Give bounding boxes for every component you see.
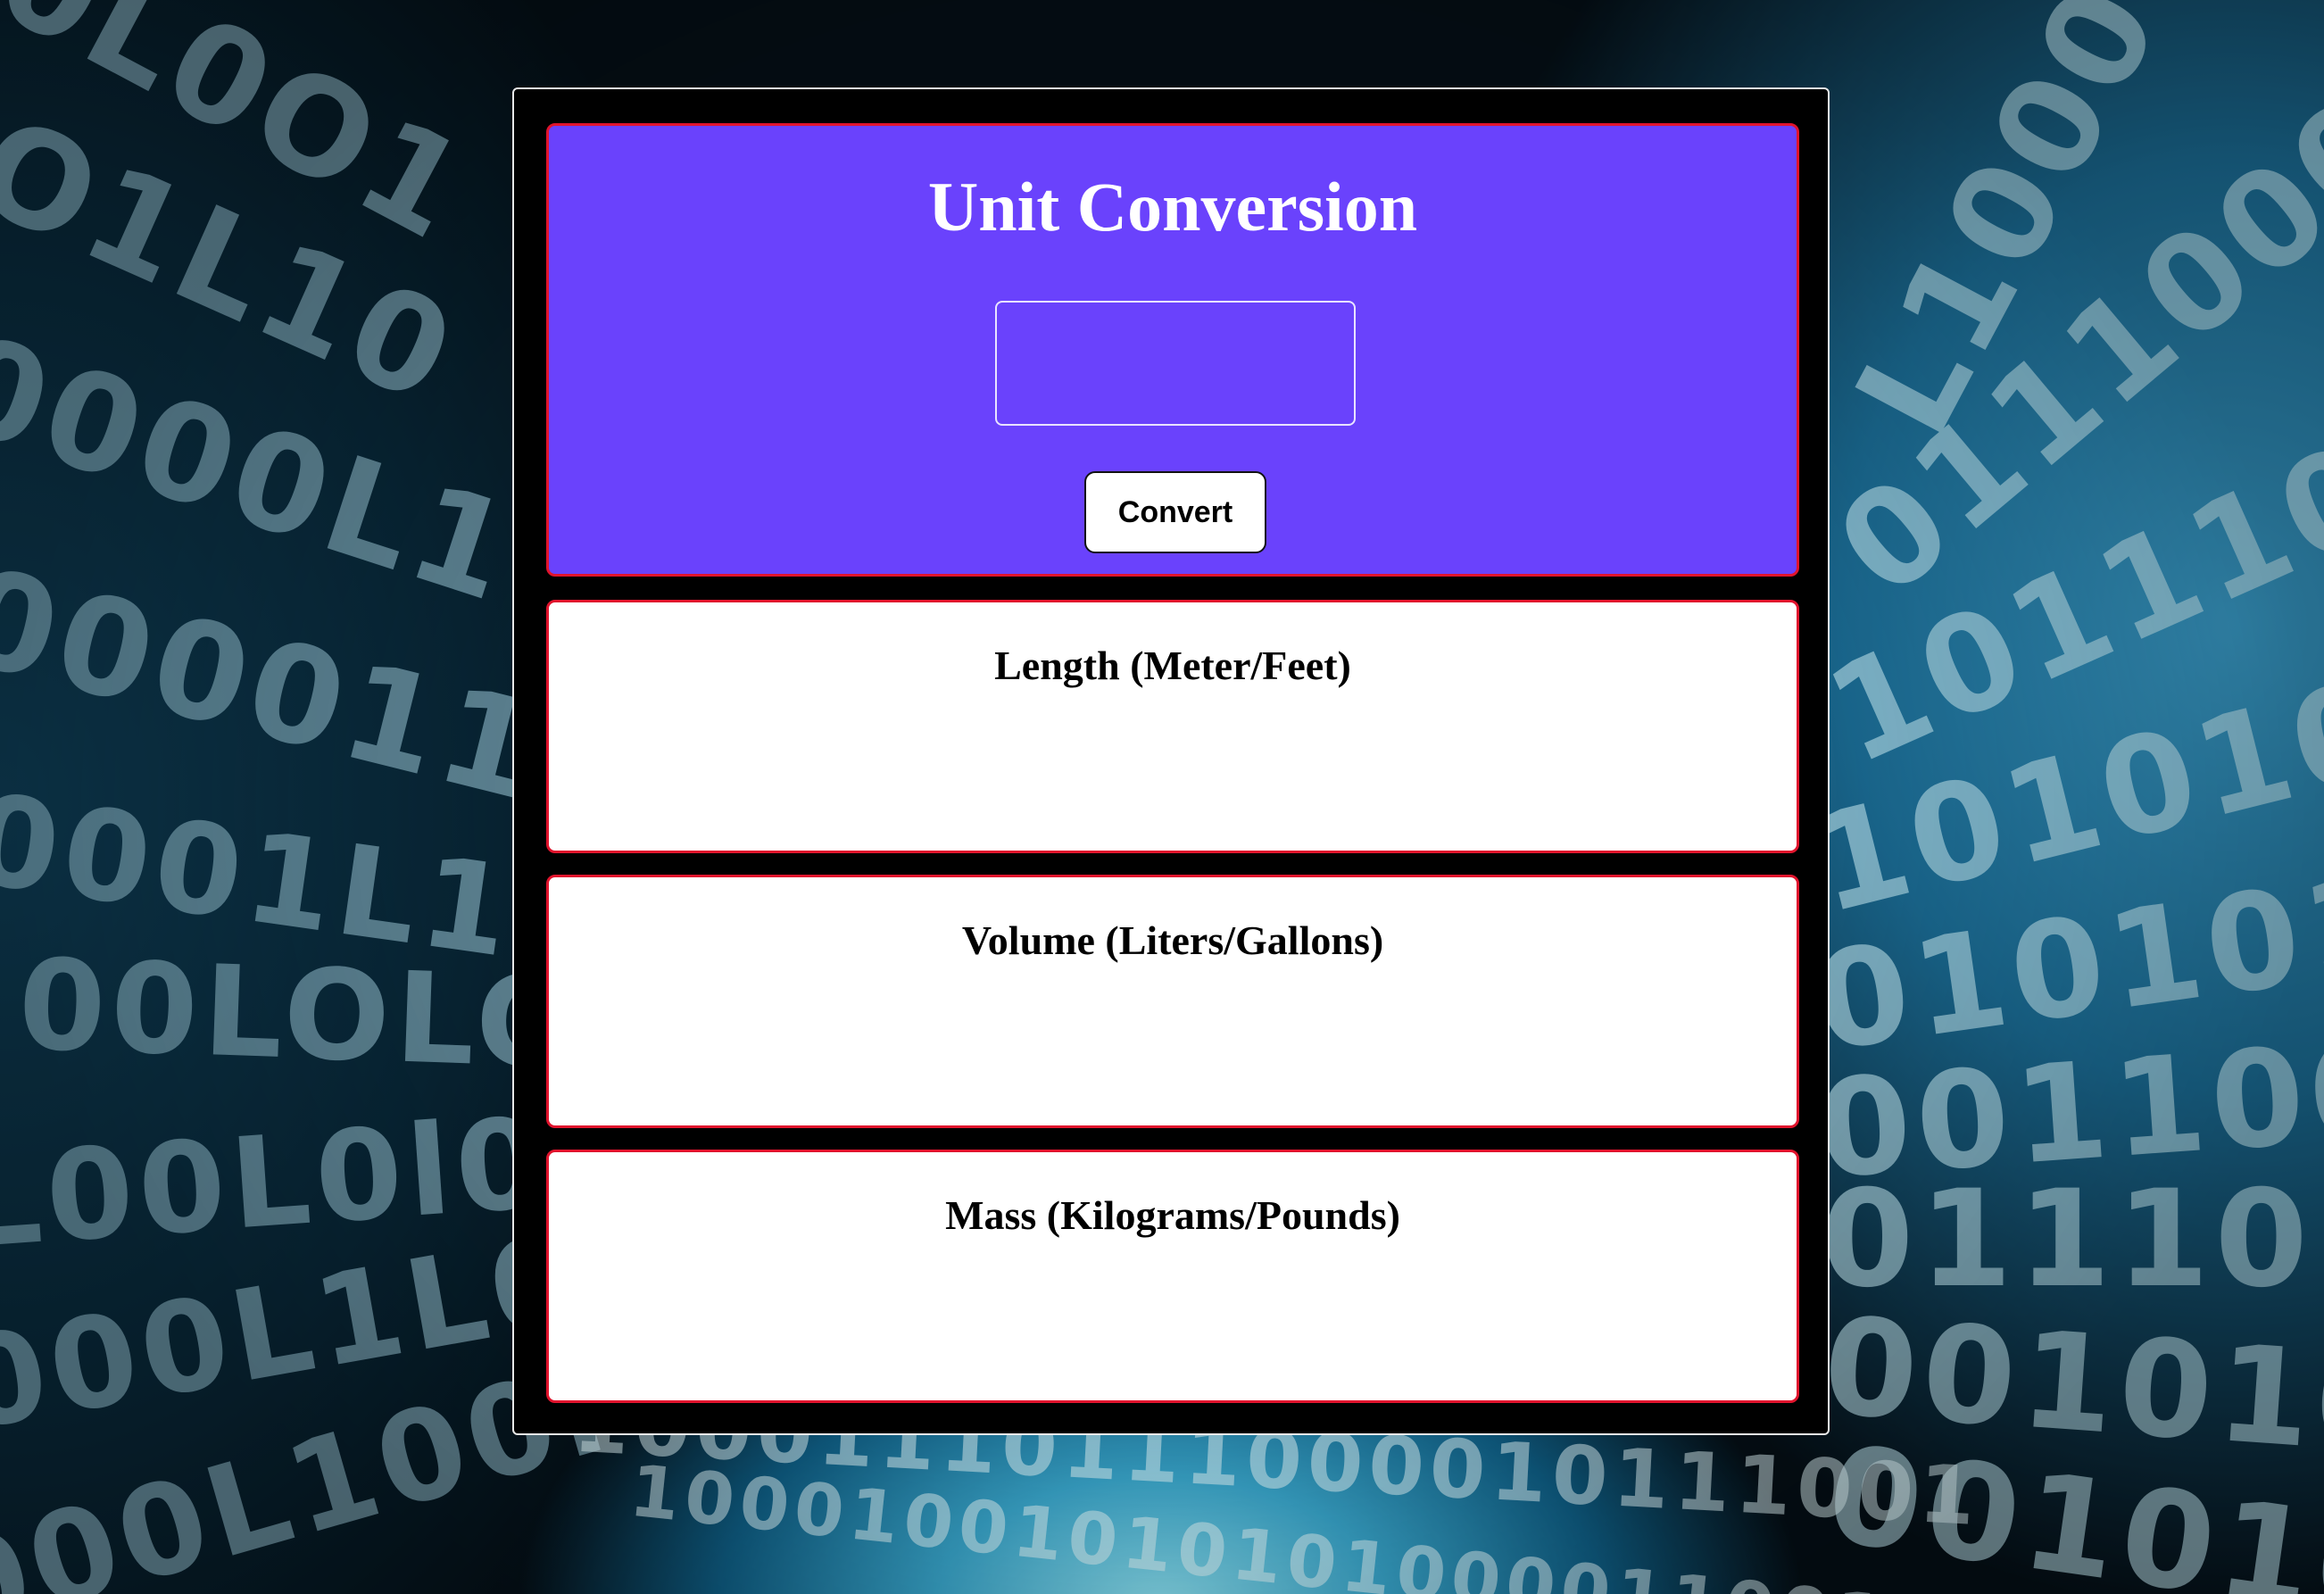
mass-card-title: Mass (Kilograms/Pounds) (945, 1192, 1400, 1238)
volume-card: Volume (Liters/Gallons) (546, 875, 1799, 1128)
length-card: Length (Meter/Feet) (546, 600, 1799, 853)
converter-header: Unit Conversion Convert (546, 123, 1799, 577)
convert-button[interactable]: Convert (1084, 471, 1266, 553)
page-title: Unit Conversion (927, 168, 1418, 245)
value-input[interactable] (995, 301, 1356, 426)
mass-card: Mass (Kilograms/Pounds) (546, 1150, 1799, 1403)
converter-panel: Unit Conversion Convert Length (Meter/Fe… (512, 87, 1830, 1435)
volume-card-title: Volume (Liters/Gallons) (961, 917, 1384, 963)
length-card-title: Length (Meter/Feet) (994, 643, 1351, 688)
